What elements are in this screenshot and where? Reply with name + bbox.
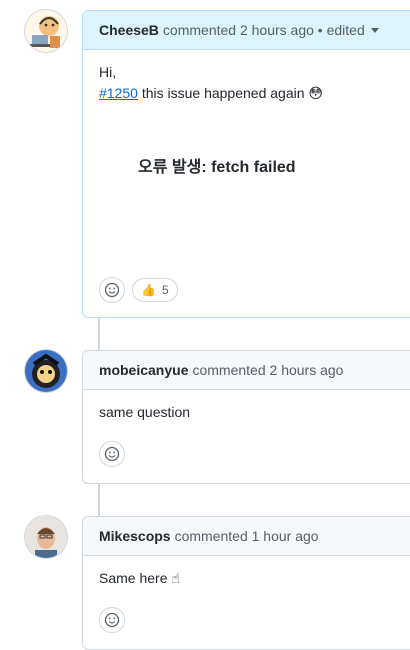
avatar[interactable] — [25, 10, 67, 52]
flushed-emoji-icon: 😳 — [308, 86, 324, 102]
timeline-connector — [98, 484, 100, 518]
author-link[interactable]: mobeicanyue — [99, 362, 188, 378]
comment-meta: commented 2 hours ago • edited — [162, 22, 365, 38]
reaction-count: 5 — [161, 283, 169, 297]
chevron-down-icon[interactable] — [370, 27, 379, 33]
thumbs-up-reaction[interactable]: 👍 5 — [132, 278, 178, 302]
add-reaction-button[interactable] — [99, 607, 125, 633]
comment-meta: commented 2 hours ago — [192, 362, 344, 378]
reactions-bar: 👍 5 — [99, 277, 178, 303]
add-reaction-button[interactable] — [99, 441, 125, 467]
comment-meta: commented 1 hour ago — [174, 528, 319, 544]
smiley-icon — [104, 446, 120, 462]
add-reaction-button[interactable] — [99, 277, 125, 303]
comment-body: same question — [83, 390, 410, 435]
comment-card: Mikescops commented 1 hour ago Same here… — [82, 516, 410, 650]
reactions-bar — [99, 607, 125, 633]
comment-text-line: Hi, — [99, 64, 117, 80]
comment-card: CheeseB commented 2 hours ago • edited H… — [82, 10, 410, 318]
comment-text: Same here — [99, 570, 172, 586]
timeline-connector — [98, 318, 100, 352]
issue-link[interactable]: #1250 — [99, 85, 138, 101]
avatar[interactable] — [25, 350, 67, 392]
avatar[interactable] — [25, 516, 67, 558]
error-message: 오류 발생: fetch failed — [138, 159, 296, 176]
comment-text-line: #1250 this issue happened again 😳 — [99, 83, 407, 105]
comment-card: mobeicanyue commented 2 hours ago same q… — [82, 350, 410, 484]
reactions-bar — [99, 441, 125, 467]
comment-text: same question — [99, 404, 191, 420]
comment-body: Hi, #1250 this issue happened again 😳 오류… — [83, 50, 410, 190]
pointing-up-icon: ☝ — [171, 571, 180, 587]
comment-body: Same here ☝ — [83, 556, 410, 602]
comment-text: this issue happened again — [137, 85, 309, 101]
author-link[interactable]: Mikescops — [99, 528, 171, 544]
smiley-icon — [104, 612, 120, 628]
thumbs-up-icon: 👍 — [141, 283, 156, 297]
smiley-icon — [104, 282, 120, 298]
comment-header: CheeseB commented 2 hours ago • edited — [83, 11, 410, 50]
comment-header: mobeicanyue commented 2 hours ago — [83, 351, 410, 390]
author-link[interactable]: CheeseB — [99, 22, 159, 38]
comment-header: Mikescops commented 1 hour ago — [83, 517, 410, 556]
